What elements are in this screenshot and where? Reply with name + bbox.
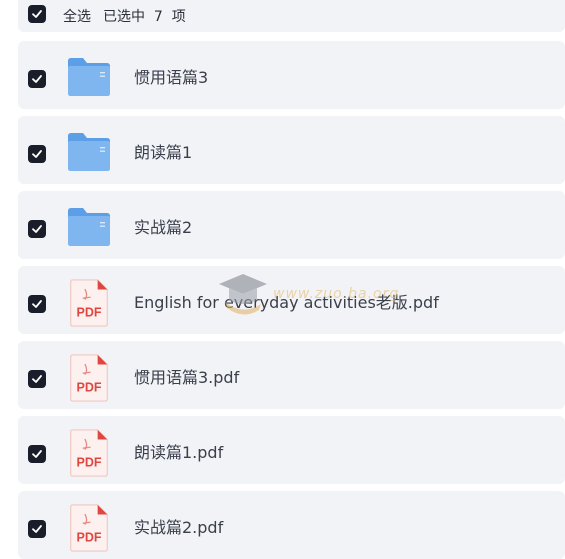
file-checkbox[interactable] [28,145,46,163]
file-row[interactable]: PDF 惯用语篇3.pdf [18,341,565,409]
file-name: 惯用语篇3 [134,68,209,87]
file-checkbox[interactable] [28,445,46,463]
select-all-checkbox[interactable] [28,5,46,23]
svg-text:PDF: PDF [77,305,102,319]
file-row[interactable]: 实战篇2 [18,191,565,259]
select-all-label[interactable]: 全选 [63,6,91,26]
file-checkbox[interactable] [28,370,46,388]
pdf-file-icon: PDF [66,278,112,327]
folder-icon [66,53,112,99]
svg-text:PDF: PDF [77,530,102,544]
file-checkbox[interactable] [28,295,46,313]
file-name: 实战篇2.pdf [134,518,224,537]
file-name: English for everyday activities老版.pdf [134,293,439,312]
file-name: 实战篇2 [134,218,193,237]
pdf-file-icon: PDF [66,503,112,552]
file-name: 朗读篇1 [134,143,193,162]
file-name: 朗读篇1.pdf [134,443,224,462]
file-row[interactable]: PDF English for everyday activities老版.pd… [18,266,565,334]
selected-count: 已选中 7 项 [103,9,186,25]
file-row[interactable]: PDF 朗读篇1.pdf [18,416,565,484]
pdf-file-icon: PDF [66,353,112,402]
svg-text:PDF: PDF [77,380,102,394]
file-checkbox[interactable] [28,220,46,238]
file-row[interactable]: PDF 实战篇2.pdf [18,491,565,559]
svg-text:PDF: PDF [77,455,102,469]
selection-header: 全选 已选中 7 项 [18,0,565,32]
file-checkbox[interactable] [28,520,46,538]
file-checkbox[interactable] [28,70,46,88]
file-row[interactable]: 惯用语篇3 [18,41,565,109]
folder-icon [66,203,112,249]
pdf-file-icon: PDF [66,428,112,477]
file-row[interactable]: 朗读篇1 [18,116,565,184]
folder-icon [66,128,112,174]
file-name: 惯用语篇3.pdf [134,368,240,387]
